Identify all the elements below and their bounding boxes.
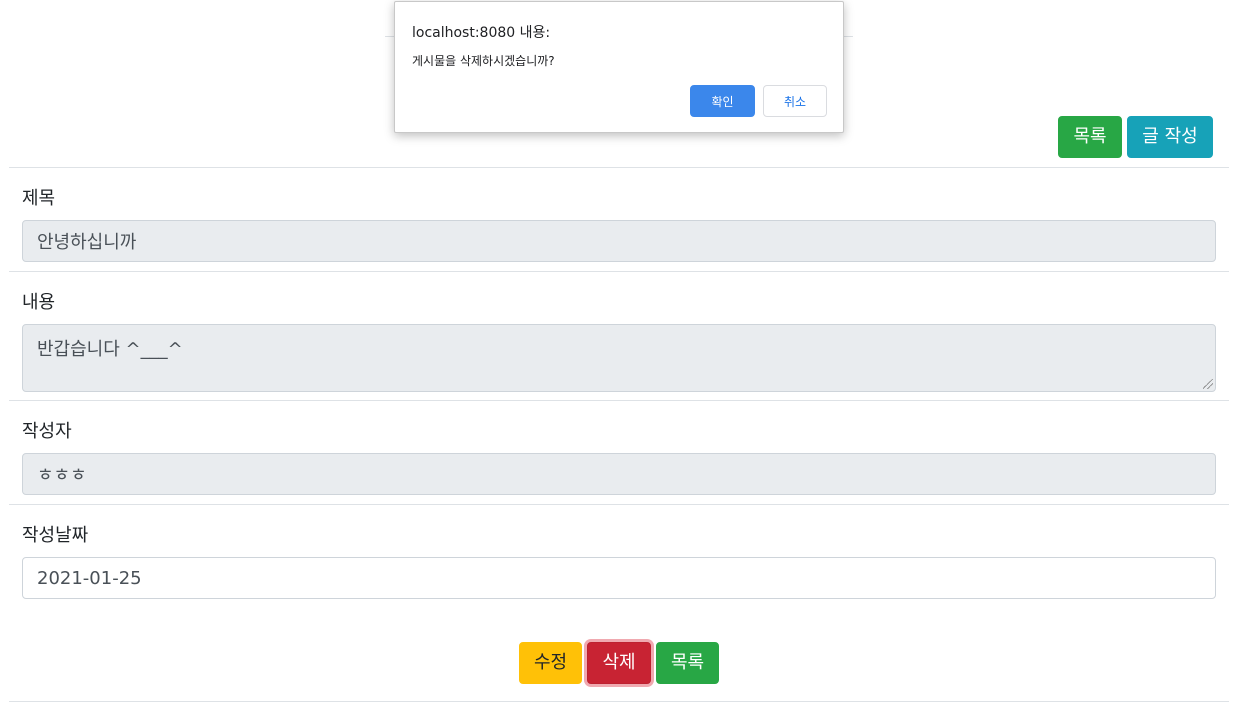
write-post-button[interactable]: 글 작성 — [1127, 116, 1213, 158]
writer-group: 작성자 ㅎㅎㅎ — [22, 417, 1216, 495]
dialog-actions: 확인 취소 — [690, 85, 827, 117]
form-actions: 수정 삭제 목록 — [519, 642, 719, 684]
divider — [9, 167, 1229, 168]
confirm-cancel-button[interactable]: 취소 — [763, 85, 827, 117]
title-value: 안녕하십니까 — [37, 232, 137, 253]
resize-grip-icon[interactable] — [1203, 379, 1213, 389]
dialog-message: 게시물을 삭제하시겠습니까? — [412, 54, 555, 68]
content-label: 내용 — [22, 292, 56, 313]
content-textarea[interactable]: 반갑습니다 ^___^ — [22, 324, 1216, 392]
edit-button[interactable]: 수정 — [519, 642, 582, 684]
back-to-list-button[interactable]: 목록 — [656, 642, 719, 684]
list-button[interactable]: 목록 — [1058, 116, 1122, 158]
board-detail-page: 목록 글 작성 제목 안녕하십니까 내용 반갑습니다 ^___^ 작성자 ㅎㅎㅎ… — [0, 0, 1235, 714]
divider — [9, 400, 1229, 401]
divider — [9, 701, 1229, 702]
dialog-title: localhost:8080 내용: — [412, 25, 551, 41]
content-group: 내용 반갑습니다 ^___^ — [22, 288, 1216, 392]
date-group: 작성날짜 2021-01-25 — [22, 521, 1216, 599]
writer-label: 작성자 — [22, 421, 72, 442]
date-value: 2021-01-25 — [37, 567, 142, 589]
title-label: 제목 — [22, 188, 56, 209]
writer-value: ㅎㅎㅎ — [37, 465, 87, 486]
title-field[interactable]: 안녕하십니까 — [22, 220, 1216, 262]
title-group: 제목 안녕하십니까 — [22, 184, 1216, 262]
date-label: 작성날짜 — [22, 525, 89, 546]
content-value: 반갑습니다 ^___^ — [37, 339, 183, 360]
confirm-ok-button[interactable]: 확인 — [690, 85, 755, 117]
header-actions: 목록 글 작성 — [1058, 116, 1213, 158]
divider — [9, 271, 1229, 272]
delete-button[interactable]: 삭제 — [587, 642, 651, 684]
date-field[interactable]: 2021-01-25 — [22, 557, 1216, 599]
writer-field[interactable]: ㅎㅎㅎ — [22, 453, 1216, 495]
divider — [9, 504, 1229, 505]
confirm-dialog: localhost:8080 내용: 게시물을 삭제하시겠습니까? 확인 취소 — [394, 1, 844, 133]
